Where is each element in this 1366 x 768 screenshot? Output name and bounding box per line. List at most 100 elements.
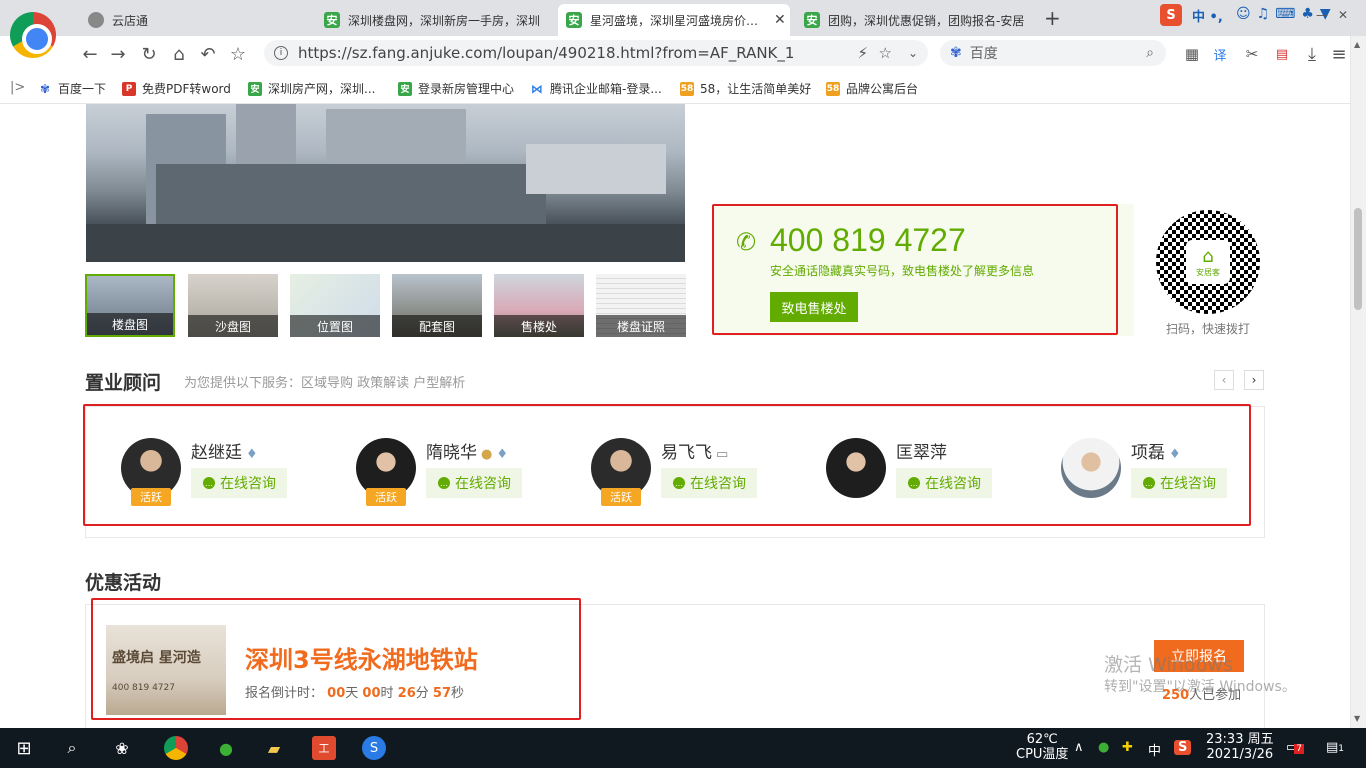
section-title: 置业顾问 (85, 372, 162, 394)
bookmark-item[interactable]: 安登录新房管理中心 (398, 80, 514, 97)
forward-icon[interactable]: → (106, 42, 130, 66)
wechat-tray-icon[interactable]: ● (1098, 740, 1109, 755)
sogou-ime-status[interactable]: 中 •, (1192, 6, 1223, 25)
new-tab-button[interactable]: + (1044, 6, 1061, 30)
baidu-paw-icon: ✾ (39, 81, 51, 96)
bookmark-item[interactable]: 安深圳房产网，深圳... (248, 80, 375, 97)
cpu-temp-label: CPU温度 (1016, 747, 1069, 762)
thumb-certificates[interactable]: 楼盘证照 (596, 274, 686, 337)
scroll-down-icon[interactable]: ▼ (1354, 714, 1360, 723)
sogou-tray-icon[interactable]: S (1174, 740, 1192, 755)
file-explorer-icon[interactable]: ▰ (262, 736, 286, 760)
pdf-icon: P (122, 81, 136, 96)
tray-app-icon[interactable]: ✚ (1122, 740, 1133, 755)
search-icon[interactable]: ⌕ (1146, 45, 1154, 61)
star-icon[interactable]: ☆ (226, 42, 250, 66)
scissors-icon[interactable]: ✂ (1240, 42, 1264, 66)
58-logo-icon: 58 (680, 81, 694, 96)
chrome-taskbar-icon[interactable] (164, 736, 188, 760)
bookmark-item[interactable]: P 免费PDF转word (122, 80, 231, 97)
tab-2[interactable]: 安 深圳楼盘网，深圳新房一手房，深圳 (316, 4, 556, 36)
window-controls[interactable]: —✕ (1316, 8, 1358, 22)
back-icon[interactable]: ← (78, 42, 102, 66)
notification-icon[interactable]: ▭7 (1286, 740, 1305, 755)
qr-caption: 扫码，快速拨打 (1166, 322, 1251, 336)
sogou-browser-icon[interactable]: S (362, 736, 386, 760)
home-icon[interactable]: ⌂ (167, 42, 191, 66)
close-tab-icon[interactable]: ✕ (774, 12, 786, 28)
scrollbar-thumb[interactable] (1354, 208, 1362, 310)
thumb-building[interactable]: 楼盘图 (85, 274, 175, 337)
anjuke-favicon-icon: 安 (804, 12, 820, 28)
tab-3-active[interactable]: 安 星河盛境，深圳星河盛境房价，星 ✕ (558, 4, 790, 36)
tab-1[interactable]: 云店通 (80, 4, 310, 36)
pdf-icon[interactable]: ▤ (1270, 42, 1294, 66)
cpu-temp-value: 62℃ (1026, 732, 1058, 747)
translate-icon[interactable]: 译 (1208, 42, 1232, 66)
reload-icon[interactable]: ↻ (137, 42, 161, 66)
bookmark-star-icon[interactable]: ☆ (879, 44, 892, 62)
bookmark-item[interactable]: 58 58，让生活简单美好 (680, 80, 811, 97)
highlight-box (91, 598, 581, 720)
search-icon[interactable]: ⌕ (60, 736, 84, 760)
anjuke-favicon-icon: 安 (398, 81, 412, 96)
anjuke-favicon-icon: 安 (566, 12, 582, 28)
tencent-mail-icon: ⋈ (531, 81, 543, 96)
windows-taskbar: ⊞ ⌕ ❀ ● ▰ 工 S 62℃ CPU温度 ∧ ● ✚ 中 S 23:33 … (0, 728, 1366, 768)
bookmark-label: 58，让生活简单美好 (700, 82, 812, 96)
work-app-icon[interactable]: 工 (312, 736, 336, 760)
windows-activation-hint: 转到"设置"以激活 Windows。 (1104, 679, 1296, 695)
anjuke-favicon-icon: 安 (248, 81, 262, 96)
tab-bar: 云店通 安 深圳楼盘网，深圳新房一手房，深圳 安 星河盛境，深圳星河盛境房价，星… (0, 0, 1366, 36)
address-bar[interactable]: i https://sz.fang.anjuke.com/loupan/4902… (264, 40, 928, 66)
highlight-box (83, 404, 1251, 526)
grid-icon[interactable]: ▦ (1180, 42, 1204, 66)
scrollbar[interactable] (1350, 36, 1366, 728)
undo-icon[interactable]: ↶ (196, 42, 220, 66)
thumb-sandbox[interactable]: 沙盘图 (188, 274, 278, 337)
download-icon[interactable]: ⤓ (1300, 42, 1324, 66)
cpu-temp: 62℃ CPU温度 (1016, 732, 1068, 762)
action-center-count: 1 (1338, 744, 1345, 754)
notification-count: 7 (1294, 744, 1305, 754)
clock-time: 23:33 周五 (1206, 732, 1274, 747)
thumb-caption: 沙盘图 (188, 315, 278, 337)
thumb-facilities[interactable]: 配套图 (392, 274, 482, 337)
bookmark-label: 深圳房产网，深圳... (268, 82, 376, 96)
ime-indicator[interactable]: 中 (1148, 740, 1161, 759)
qr-logo-text: 安居客 (1196, 268, 1220, 277)
tab-title: 云店通 (112, 13, 149, 28)
sidebar-toggle-icon[interactable]: |> (10, 80, 25, 95)
url-text[interactable]: https://sz.fang.anjuke.com/loupan/490218… (298, 44, 794, 62)
search-box[interactable]: ✾ 百度 ⌕ (940, 40, 1166, 66)
bookmark-item[interactable]: 58 品牌公寓后台 (826, 80, 918, 97)
windows-start-icon[interactable]: ⊞ (12, 736, 36, 760)
sogou-icon[interactable]: S (1160, 4, 1182, 26)
bookmark-item[interactable]: ✾ 百度一下 (38, 80, 106, 97)
tab-title: 星河盛境，深圳星河盛境房价，星 (590, 13, 768, 28)
bookmark-item[interactable]: ⋈ 腾讯企业邮箱-登录... (530, 80, 662, 97)
thumb-location[interactable]: 位置图 (290, 274, 380, 337)
property-main-photo[interactable] (86, 104, 685, 262)
prev-arrow-button[interactable]: ‹ (1214, 370, 1234, 390)
house-icon: ⌂ (1202, 246, 1214, 267)
tab-4[interactable]: 安 团购，深圳优惠促销，团购报名-安居 (796, 4, 1030, 36)
task-view-icon[interactable]: ❀ (110, 736, 134, 760)
menu-icon[interactable]: ≡ (1330, 42, 1348, 66)
lightning-icon[interactable]: ⚡ (857, 44, 868, 62)
thumb-caption: 配套图 (392, 315, 482, 337)
bookmark-label: 登录新房管理中心 (418, 82, 515, 96)
thumb-caption: 售楼处 (494, 315, 584, 337)
scroll-up-icon[interactable]: ▲ (1354, 40, 1360, 49)
clock[interactable]: 23:33 周五 2021/3/26 (1206, 732, 1274, 762)
info-icon[interactable]: i (274, 46, 288, 60)
tab-title: 团购，深圳优惠促销，团购报名-安居 (828, 13, 1025, 28)
chevron-down-icon[interactable]: ⌄ (908, 46, 918, 60)
bookmark-label: 品牌公寓后台 (846, 82, 919, 96)
wechat-icon[interactable]: ● (214, 736, 238, 760)
anjuke-favicon-icon: 安 (324, 12, 340, 28)
thumb-sales-office[interactable]: 售楼处 (494, 274, 584, 337)
action-center-icon[interactable]: ▤1 (1326, 740, 1344, 755)
next-arrow-button[interactable]: › (1244, 370, 1264, 390)
tray-expand-icon[interactable]: ∧ (1074, 740, 1084, 755)
